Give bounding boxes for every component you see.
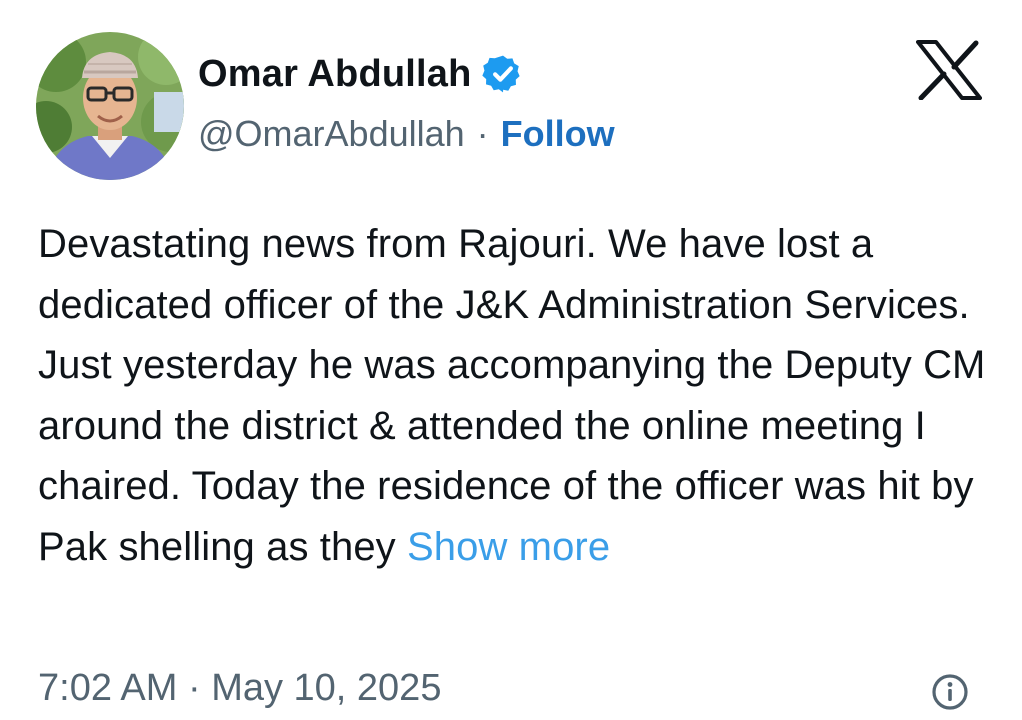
profile-photo <box>36 32 184 180</box>
tweet-timestamp[interactable]: 7:02 AM · May 10, 2025 <box>38 660 441 716</box>
author-handle[interactable]: @OmarAbdullah <box>198 113 465 155</box>
show-more-link[interactable]: Show more <box>407 525 610 569</box>
info-icon[interactable] <box>930 672 970 712</box>
avatar[interactable] <box>36 32 184 180</box>
author-handle-row: @OmarAbdullah · Follow <box>198 108 615 160</box>
tweet-text: Devastating news from Rajouri. We have l… <box>38 222 986 569</box>
verified-badge-icon <box>481 53 524 95</box>
separator-dot: · <box>476 113 489 154</box>
x-logo-icon[interactable] <box>916 40 982 101</box>
author-name-row: Omar Abdullah <box>198 46 524 102</box>
author-name[interactable]: Omar Abdullah <box>198 53 472 96</box>
tweet-card: Omar Abdullah @OmarAbdullah · Follow Dev… <box>0 0 1022 720</box>
follow-button[interactable]: Follow <box>501 113 615 155</box>
tweet-body: Devastating news from Rajouri. We have l… <box>38 214 988 577</box>
